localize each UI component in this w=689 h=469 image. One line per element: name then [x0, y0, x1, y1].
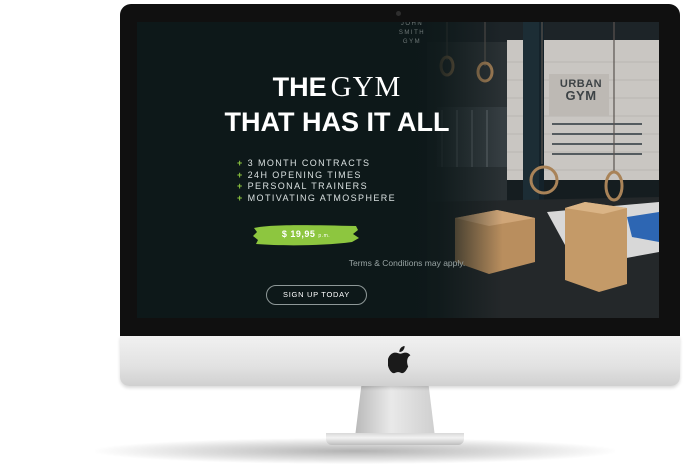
feature-label: 3 MONTH CONTRACTS: [247, 158, 371, 168]
plus-icon: +: [237, 193, 244, 204]
website-screen: URBAN GYM JOHN SMITH GYM THE GYM THAT HAS…: [137, 22, 659, 318]
price-badge: $ 19,95 p.m.: [252, 222, 360, 248]
feature-item: +24H OPENING TIMES: [237, 170, 396, 182]
headline-gym: GYM: [330, 71, 402, 103]
feature-label: PERSONAL TRAINERS: [247, 181, 368, 192]
feature-item: + MOTIVATING ATMOSPHERE: [237, 193, 396, 205]
monitor-chin: [120, 336, 680, 386]
gym-logo[interactable]: JOHN SMITH GYM: [387, 22, 437, 47]
feature-label: 24H OPENING TIMES: [247, 169, 362, 180]
hero-headline: THE GYM THAT HAS IT ALL: [137, 72, 537, 137]
wall-sign-line2: GYM: [565, 88, 597, 103]
screen-dark-overlay: [137, 22, 659, 318]
features-list: +3 MONTH CONTRACTS +24H OPENING TIMES + P…: [237, 158, 396, 205]
gym-logo-line1: JOHN SMITH: [398, 22, 426, 36]
apple-logo-icon: [388, 346, 411, 374]
plus-icon: +: [237, 181, 244, 192]
feature-label: MOTIVATING ATMOSPHERE: [247, 193, 397, 204]
terms-text: Terms & Conditions may apply.: [348, 258, 466, 268]
signup-button[interactable]: SIGN UP TODAY: [266, 285, 367, 305]
plus-icon: +: [237, 158, 244, 168]
price-unit: p.m.: [318, 233, 331, 239]
headline-the: THE: [272, 72, 327, 102]
wall-sign: URBAN GYM: [557, 78, 605, 102]
gym-logo-line2: GYM: [402, 39, 422, 45]
price-amount: $ 19,95: [281, 229, 316, 239]
feature-item: + PERSONAL TRAINERS: [237, 181, 396, 193]
headline-line2: THAT HAS IT ALL: [224, 107, 450, 137]
plus-icon: +: [237, 169, 244, 180]
camera-icon: [396, 11, 401, 16]
monitor-stand: [355, 385, 435, 437]
monitor-stand-base: [326, 433, 464, 445]
feature-item: +3 MONTH CONTRACTS: [237, 158, 396, 170]
price-text: $ 19,95 p.m.: [252, 229, 360, 239]
